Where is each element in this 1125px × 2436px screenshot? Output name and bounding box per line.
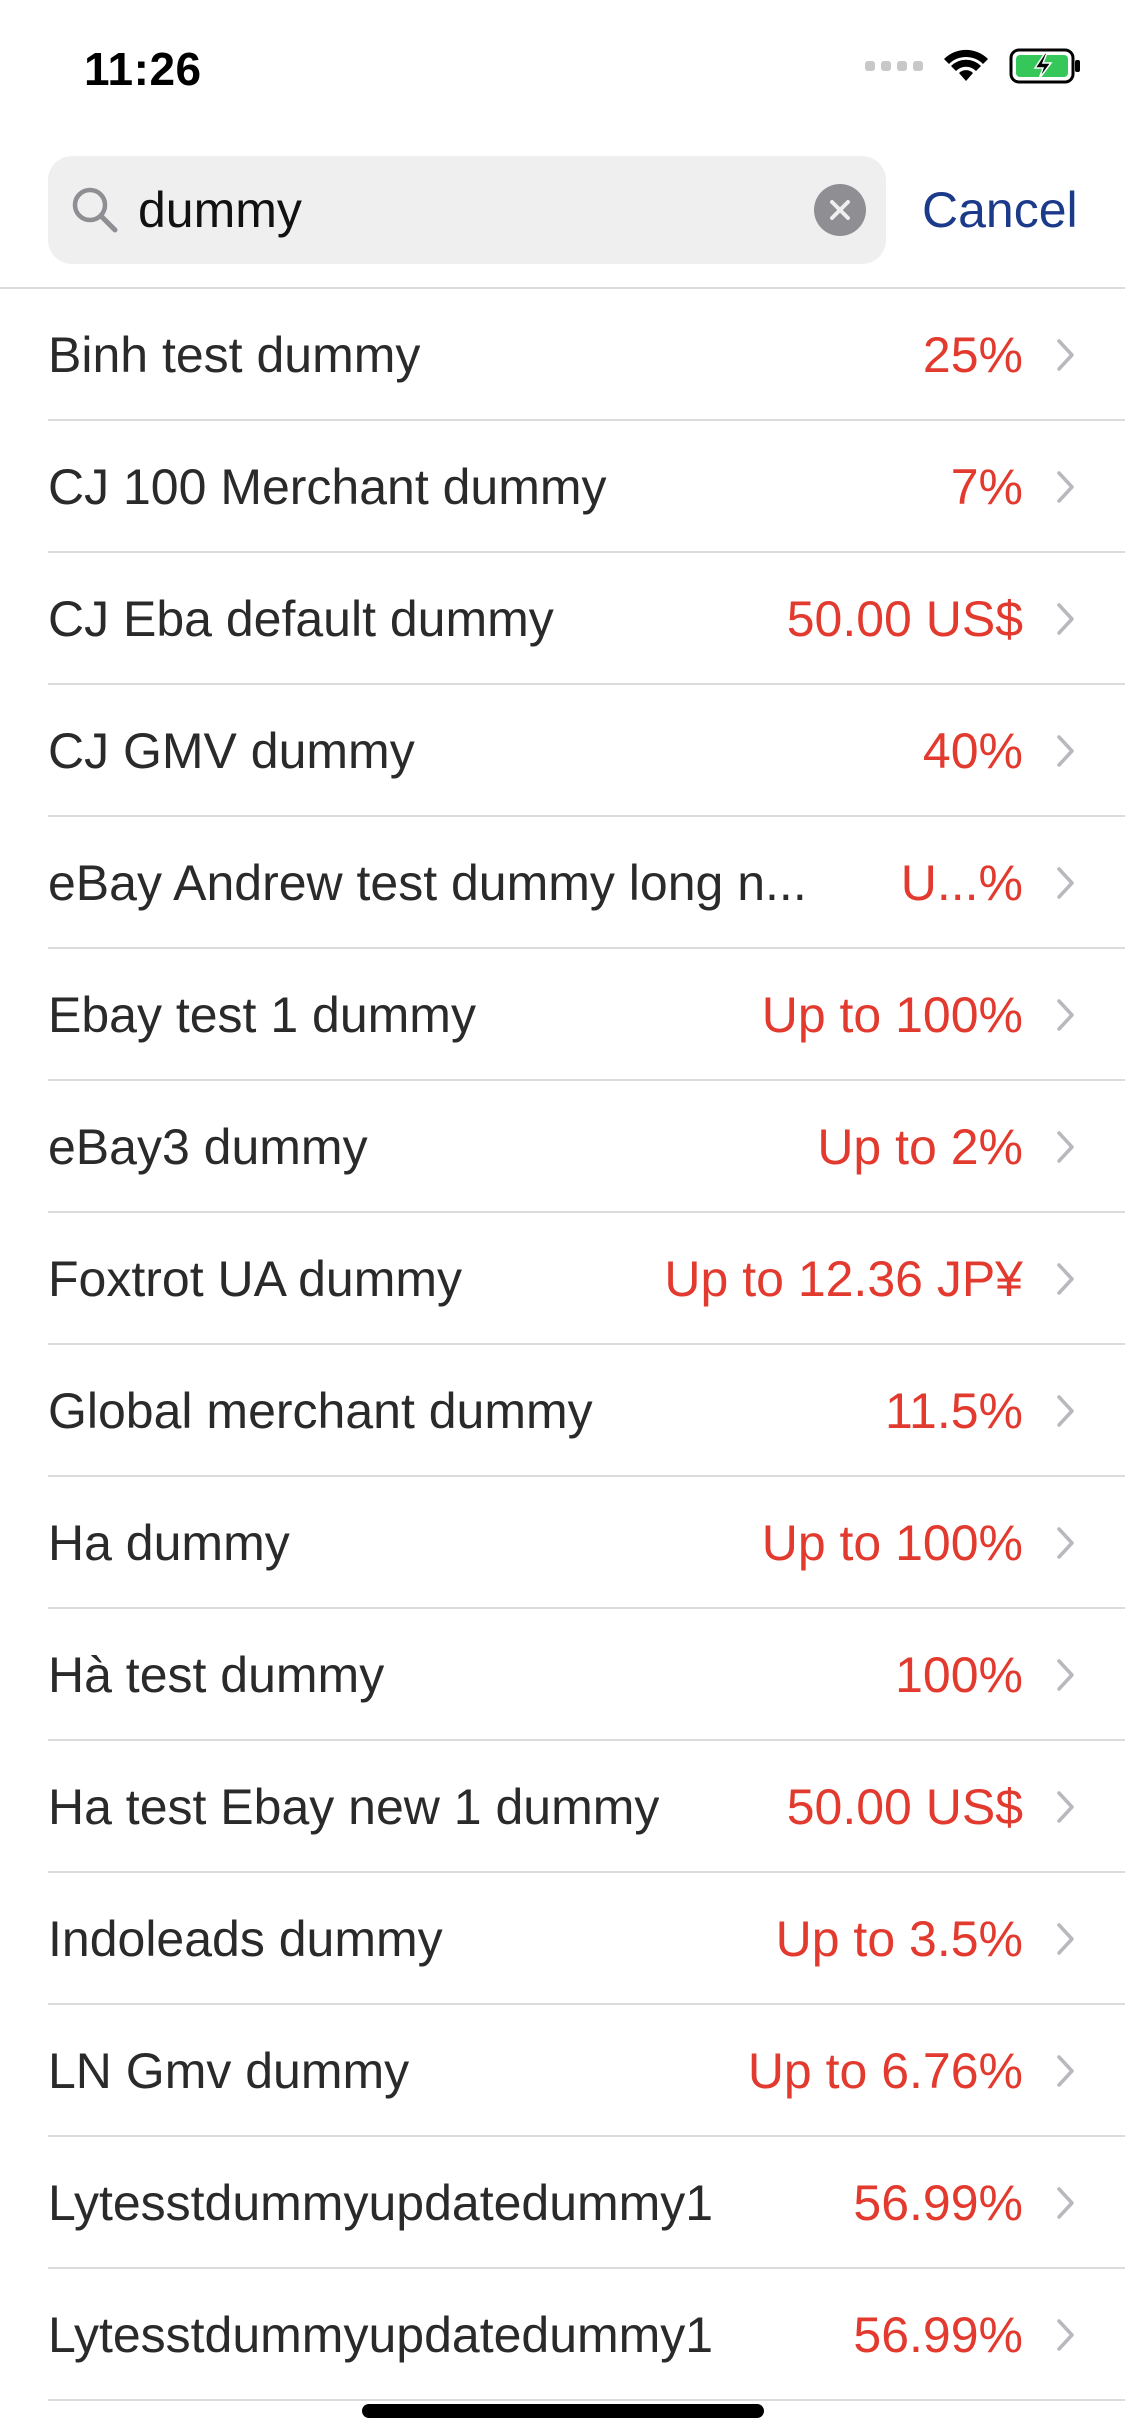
commission-value: 7% xyxy=(950,459,1023,515)
list-item[interactable]: Ha test Ebay new 1 dummy 50.00 US$ xyxy=(0,1741,1125,1873)
list-item[interactable]: Global merchant dummy 11.5% xyxy=(0,1345,1125,1477)
commission-value: Up to 100% xyxy=(761,1515,1023,1571)
commission-value: Up to 3.5% xyxy=(775,1911,1023,1967)
list-item[interactable]: Hà test dummy 100% xyxy=(0,1609,1125,1741)
chevron-right-icon xyxy=(1057,999,1074,1031)
commission-value: U...% xyxy=(900,855,1023,911)
home-indicator[interactable] xyxy=(361,2404,764,2418)
signal-dots-icon xyxy=(865,61,923,71)
chevron-right-icon xyxy=(1057,1131,1074,1163)
merchant-name: CJ GMV dummy xyxy=(48,723,415,779)
list-item[interactable]: Lytesstdummyupdatedummy1 56.99% xyxy=(0,2137,1125,2269)
commission-value: Up to 2% xyxy=(817,1119,1023,1175)
commission-value: 100% xyxy=(895,1647,1023,1703)
cancel-button[interactable]: Cancel xyxy=(922,181,1078,239)
list-item[interactable]: Indoleads dummy Up to 3.5% xyxy=(0,1873,1125,2005)
search-row: Cancel xyxy=(48,155,1078,265)
list-item[interactable]: Foxtrot UA dummy Up to 12.36 JP¥ xyxy=(0,1213,1125,1345)
chevron-right-icon xyxy=(1057,2319,1074,2351)
list-item[interactable]: CJ Eba default dummy 50.00 US$ xyxy=(0,553,1125,685)
list-item[interactable]: Ebay test 1 dummy Up to 100% xyxy=(0,949,1125,1081)
merchant-name: Global merchant dummy xyxy=(48,1383,593,1439)
chevron-right-icon xyxy=(1057,1659,1074,1691)
chevron-right-icon xyxy=(1057,1263,1074,1295)
list-item[interactable]: CJ 100 Merchant dummy 7% xyxy=(0,421,1125,553)
commission-value: Up to 6.76% xyxy=(747,2043,1023,2099)
merchant-name: Lytesstdummyupdatedummy1 xyxy=(48,2175,714,2231)
commission-value: 50.00 US$ xyxy=(786,1779,1023,1835)
chevron-right-icon xyxy=(1057,1791,1074,1823)
commission-value: Up to 12.36 JP¥ xyxy=(664,1251,1023,1307)
clear-search-button[interactable] xyxy=(814,184,866,236)
chevron-right-icon xyxy=(1057,2187,1074,2219)
chevron-right-icon xyxy=(1057,1923,1074,1955)
chevron-right-icon xyxy=(1057,867,1074,899)
chevron-right-icon xyxy=(1057,339,1074,371)
list-item[interactable]: CJ GMV dummy 40% xyxy=(0,685,1125,817)
merchant-name: Ha test Ebay new 1 dummy xyxy=(48,1779,660,1835)
list-item[interactable]: eBay3 dummy Up to 2% xyxy=(0,1081,1125,1213)
merchant-name: Ebay test 1 dummy xyxy=(48,987,476,1043)
search-input[interactable] xyxy=(138,181,758,239)
commission-value: 25% xyxy=(922,327,1023,383)
list-item[interactable]: Binh test dummy 25% xyxy=(0,289,1125,421)
list-item[interactable]: eBay Andrew test dummy long n... U...% xyxy=(0,817,1125,949)
status-bar: 11:26 xyxy=(0,0,1125,140)
search-field[interactable] xyxy=(48,156,886,264)
wifi-icon xyxy=(944,49,988,81)
clear-icon xyxy=(830,200,850,220)
commission-value: 50.00 US$ xyxy=(786,591,1023,647)
merchant-name: LN Gmv dummy xyxy=(48,2043,410,2099)
merchant-name: Hà test dummy xyxy=(48,1647,385,1703)
commission-value: 40% xyxy=(922,723,1023,779)
search-results-list: Binh test dummy 25% CJ 100 Merchant dummy 7… xyxy=(0,287,1125,2401)
commission-value: 56.99% xyxy=(853,2307,1023,2363)
search-icon xyxy=(66,181,124,239)
list-item[interactable]: LN Gmv dummy Up to 6.76% xyxy=(0,2005,1125,2137)
merchant-name: eBay3 dummy xyxy=(48,1119,368,1175)
merchant-name: Ha dummy xyxy=(48,1515,290,1571)
merchant-name: Foxtrot UA dummy xyxy=(48,1251,462,1307)
battery-charging-icon xyxy=(1009,48,1080,84)
merchant-name: CJ 100 Merchant dummy xyxy=(48,459,607,515)
chevron-right-icon xyxy=(1057,2055,1074,2087)
list-item[interactable]: Lytesstdummyupdatedummy1 56.99% xyxy=(0,2269,1125,2401)
chevron-right-icon xyxy=(1057,1395,1074,1427)
chevron-right-icon xyxy=(1057,471,1074,503)
merchant-name: Lytesstdummyupdatedummy1 xyxy=(48,2307,714,2363)
merchant-name: CJ Eba default dummy xyxy=(48,591,554,647)
merchant-name: Indoleads dummy xyxy=(48,1911,443,1967)
commission-value: 56.99% xyxy=(853,2175,1023,2231)
status-icons xyxy=(865,48,1083,84)
chevron-right-icon xyxy=(1057,1527,1074,1559)
chevron-right-icon xyxy=(1057,735,1074,767)
commission-value: Up to 100% xyxy=(761,987,1023,1043)
chevron-right-icon xyxy=(1057,603,1074,635)
merchant-name: Binh test dummy xyxy=(48,327,421,383)
list-item[interactable]: Ha dummy Up to 100% xyxy=(0,1477,1125,1609)
commission-value: 11.5% xyxy=(884,1383,1023,1439)
merchant-name: eBay Andrew test dummy long n... xyxy=(48,855,807,911)
status-time: 11:26 xyxy=(84,43,202,95)
